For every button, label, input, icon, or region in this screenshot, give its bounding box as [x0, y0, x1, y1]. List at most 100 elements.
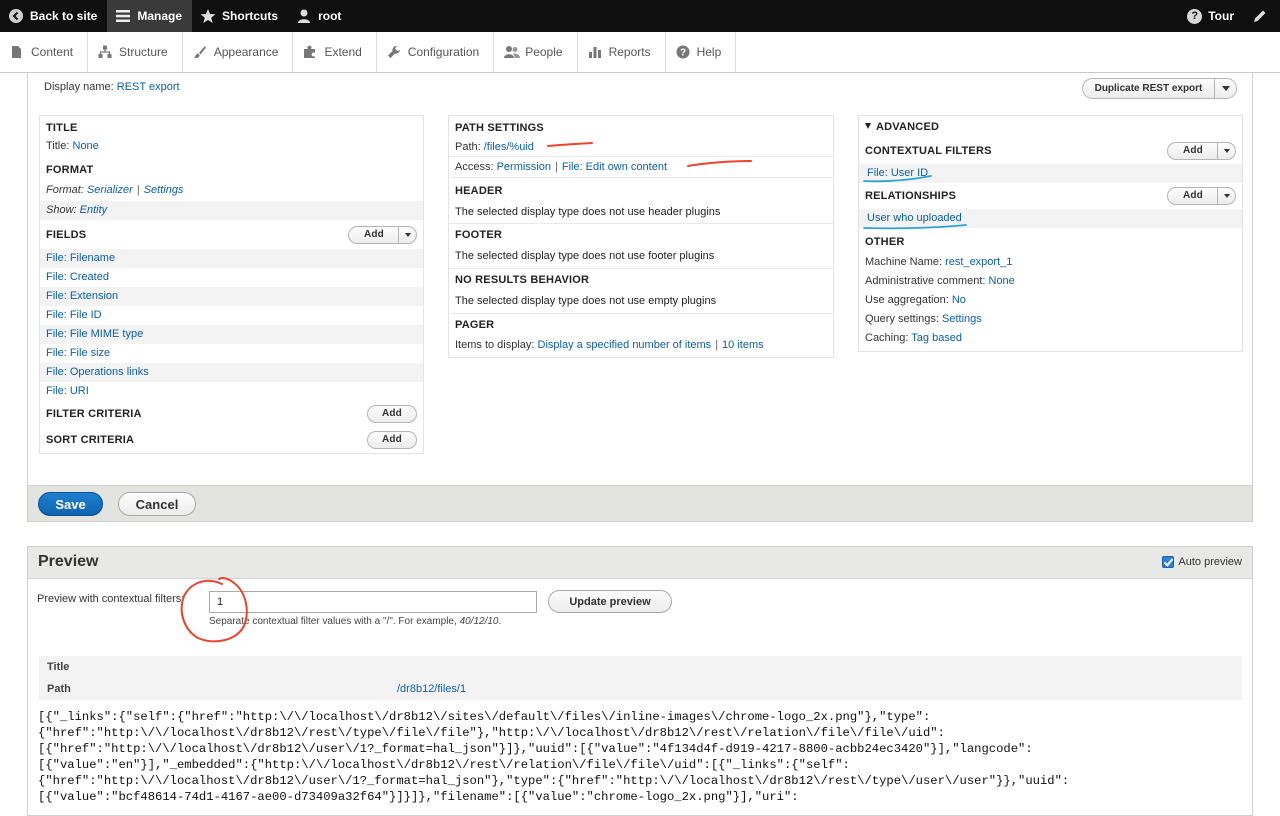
relationship-link[interactable]: User who uploaded: [867, 212, 962, 224]
format-label: Format:: [46, 184, 84, 196]
section-footer-head: FOOTER: [455, 229, 503, 241]
tray-item-configuration[interactable]: Configuration: [377, 32, 495, 72]
field-link[interactable]: File: Created: [46, 271, 109, 283]
field-row: File: Created: [40, 268, 423, 287]
title-value-link[interactable]: None: [73, 140, 99, 152]
aggregation-link[interactable]: No: [952, 294, 966, 306]
preview-info-table: Title Path /dr8b12/files/1: [39, 656, 1242, 700]
back-to-site-label: Back to site: [30, 9, 98, 23]
caret-down-icon: [1223, 149, 1230, 153]
path-value-link[interactable]: /files/%uid: [484, 141, 534, 153]
tray-item-help[interactable]: ? Help: [666, 32, 737, 72]
shortcuts-label: Shortcuts: [222, 9, 279, 23]
show-label: Show:: [46, 204, 77, 216]
pager-type-link[interactable]: Display a specified number of items: [538, 339, 712, 351]
admin-comment-row: Administrative comment: None: [859, 272, 1242, 291]
cancel-button[interactable]: Cancel: [118, 492, 196, 516]
help-icon: ?: [676, 45, 690, 59]
duplicate-display-button[interactable]: Duplicate REST export: [1082, 78, 1237, 99]
access-label: Access:: [455, 161, 494, 173]
tray-item-structure[interactable]: Structure: [88, 32, 183, 72]
contextual-filters-input[interactable]: 1: [209, 591, 537, 613]
filter-add-button[interactable]: Add: [366, 405, 417, 423]
auto-preview-toggle[interactable]: Auto preview: [1162, 556, 1242, 568]
pager-count-link[interactable]: 10 items: [722, 339, 764, 351]
contextual-filters-description: Separate contextual filter values with a…: [209, 616, 501, 627]
hamburger-icon: [115, 8, 131, 24]
fields-dropdown-toggle[interactable]: [398, 227, 416, 243]
json-line: {"href":"http:\/\/localhost\/dr8b12\/use…: [38, 774, 1070, 788]
caret-down-icon: [404, 233, 411, 237]
auto-preview-checkbox[interactable]: [1162, 556, 1175, 568]
fields-head-label: FIELDS: [46, 229, 87, 241]
preview-section: Preview Auto preview Preview with contex…: [27, 546, 1253, 816]
json-line: [{"_links":{"self":{"href":"http:\/\/loc…: [38, 710, 931, 724]
display-dropdown-toggle[interactable]: [1214, 79, 1236, 98]
form-actions: Save Cancel: [28, 485, 1252, 521]
preview-title-row: Title: [39, 656, 1242, 678]
puzzle-icon: [303, 45, 317, 59]
footer-text: The selected display type does not use f…: [449, 246, 833, 269]
relationships-add-button[interactable]: Add: [1166, 187, 1236, 205]
tray-item-people[interactable]: People: [494, 32, 578, 72]
save-button[interactable]: Save: [38, 492, 103, 516]
title-row: Title: None: [40, 137, 423, 156]
sort-add-button[interactable]: Add: [366, 431, 417, 449]
add-label: Add: [381, 434, 402, 445]
show-entity-link[interactable]: Entity: [80, 204, 108, 216]
access-permission-link[interactable]: Permission: [497, 161, 551, 173]
admin-comment-label: Administrative comment:: [865, 275, 986, 287]
user-icon: [296, 8, 312, 24]
tour-button[interactable]: ? Tour: [1179, 0, 1244, 32]
field-link[interactable]: File: Operations links: [46, 366, 149, 378]
advanced-toggle[interactable]: ADVANCED: [859, 116, 1242, 138]
field-link[interactable]: File: Extension: [46, 290, 118, 302]
contextual-dropdown-toggle[interactable]: [1217, 143, 1235, 159]
field-link[interactable]: File: File ID: [46, 309, 102, 321]
show-row: Show: Entity: [40, 201, 423, 220]
field-link[interactable]: File: File size: [46, 347, 110, 359]
update-preview-button[interactable]: Update preview: [548, 590, 672, 613]
field-link[interactable]: File: Filename: [46, 252, 115, 264]
section-filter-head: FILTER CRITERIA Add: [40, 401, 423, 427]
preview-path-row: Path /dr8b12/files/1: [39, 678, 1242, 700]
shortcuts-tab[interactable]: Shortcuts: [192, 0, 288, 32]
fields-add-button[interactable]: Add: [347, 226, 417, 244]
contextual-filter-link[interactable]: File: User ID: [867, 167, 928, 179]
caching-link[interactable]: Tag based: [911, 332, 962, 344]
manage-tab[interactable]: Manage: [107, 0, 193, 32]
tray-item-extend[interactable]: Extend: [293, 32, 377, 72]
tour-label: Tour: [1208, 9, 1234, 23]
field-row: File: File MIME type: [40, 325, 423, 344]
tray-item-label: Content: [31, 45, 74, 59]
access-perm-link[interactable]: File: Edit own content: [562, 161, 667, 173]
add-label: Add: [1182, 190, 1203, 201]
query-settings-link[interactable]: Settings: [942, 313, 982, 325]
query-settings-label: Query settings:: [865, 313, 939, 325]
user-tab[interactable]: root: [288, 0, 351, 32]
tray-item-content[interactable]: Content: [0, 32, 89, 72]
format-serializer-link[interactable]: Serializer: [87, 184, 133, 196]
display-name-link[interactable]: REST export: [117, 81, 180, 93]
preview-path-link[interactable]: /dr8b12/files/1: [397, 678, 466, 700]
field-row: File: Extension: [40, 287, 423, 306]
edit-mode-button[interactable]: [1244, 0, 1280, 32]
contextual-head-label: CONTEXTUAL FILTERS: [865, 145, 992, 157]
relationships-dropdown-toggle[interactable]: [1217, 188, 1235, 204]
format-settings-link[interactable]: Settings: [144, 184, 184, 196]
admin-comment-link[interactable]: None: [989, 275, 1015, 287]
preview-header: Preview Auto preview: [28, 547, 1252, 579]
access-row: Access: Permission | File: Edit own conten…: [449, 157, 833, 178]
machine-name-link[interactable]: rest_export_1: [945, 256, 1012, 268]
tray-item-appearance[interactable]: Appearance: [183, 32, 294, 72]
contextual-add-button[interactable]: Add: [1166, 142, 1236, 160]
field-link[interactable]: File: URI: [46, 385, 89, 397]
pencil-icon: [1252, 8, 1268, 24]
back-to-site-link[interactable]: Back to site: [0, 0, 107, 32]
tray-item-reports[interactable]: Reports: [578, 32, 666, 72]
section-format-head: FORMAT: [46, 164, 94, 176]
field-link[interactable]: File: File MIME type: [46, 328, 143, 340]
add-label: Add: [381, 408, 402, 419]
aggregation-label: Use aggregation:: [865, 294, 949, 306]
section-sort-head: SORT CRITERIA Add: [40, 427, 423, 453]
